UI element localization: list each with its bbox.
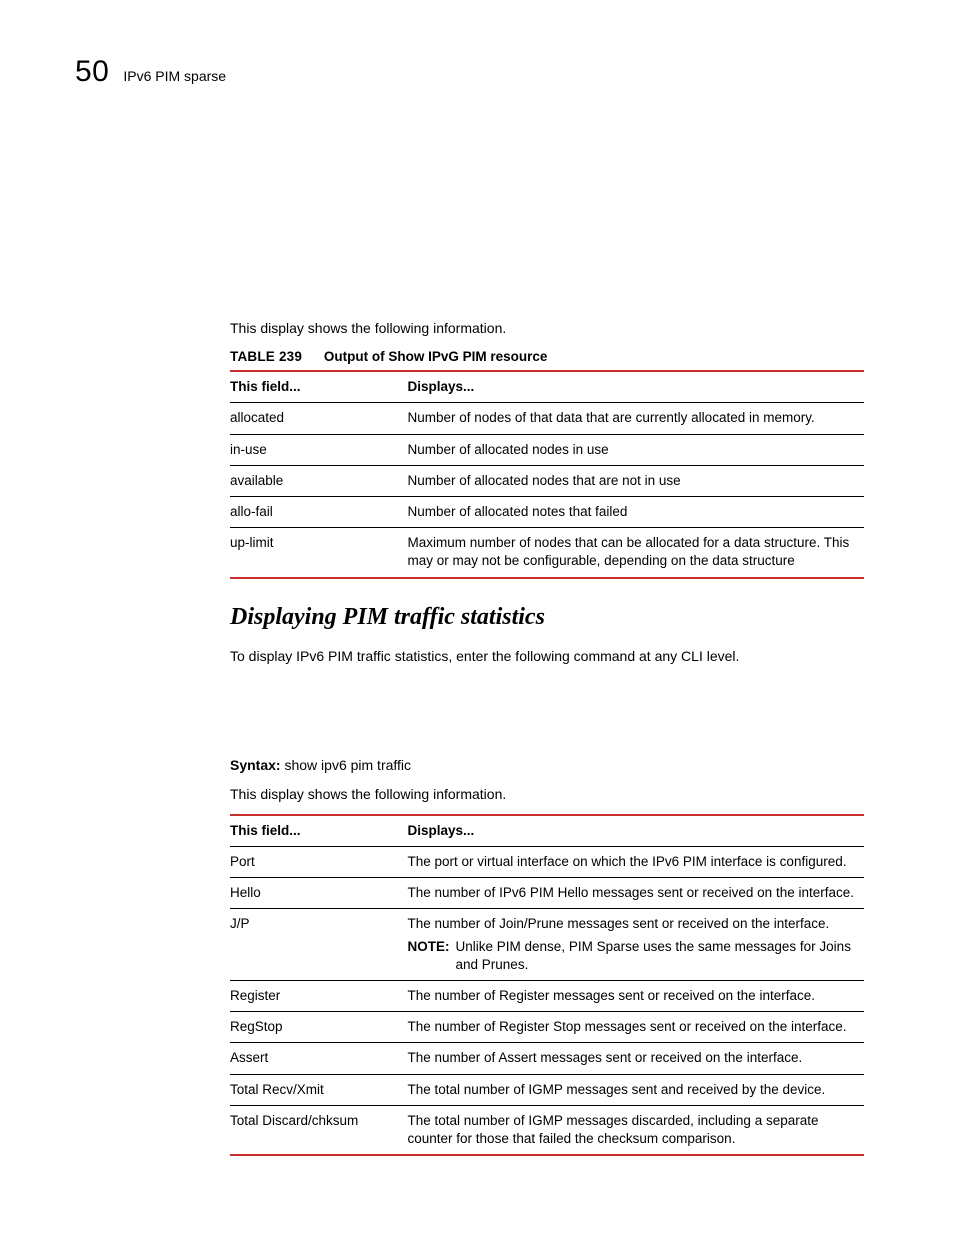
field-cell: available	[230, 465, 408, 496]
displays-cell: The total number of IGMP messages discar…	[408, 1105, 864, 1155]
table-row: allocated Number of nodes of that data t…	[230, 403, 864, 434]
table-title: Output of Show IPvG PIM resource	[324, 349, 548, 364]
table-row: in-use Number of allocated nodes in use	[230, 434, 864, 465]
table-row: RegStop The number of Register Stop mess…	[230, 1012, 864, 1043]
table-row: Total Recv/Xmit The total number of IGMP…	[230, 1074, 864, 1105]
chapter-number: 50	[75, 55, 109, 89]
displays-cell: Number of allocated nodes that are not i…	[408, 465, 864, 496]
field-cell: Total Recv/Xmit	[230, 1074, 408, 1105]
note-block: NOTE: Unlike PIM dense, PIM Sparse uses …	[408, 938, 856, 974]
table-traffic-head-displays: Displays...	[408, 815, 864, 847]
field-cell: Hello	[230, 878, 408, 909]
field-cell: allocated	[230, 403, 408, 434]
displays-cell: The number of IPv6 PIM Hello messages se…	[408, 878, 864, 909]
section-paragraph: To display IPv6 PIM traffic statistics, …	[230, 647, 864, 666]
displays-cell: The number of Join/Prune messages sent o…	[408, 909, 864, 981]
section-heading: Displaying PIM traffic statistics	[230, 601, 864, 633]
field-cell: J/P	[230, 909, 408, 981]
table-239-head-field: This field...	[230, 371, 408, 403]
syntax-line: Syntax: show ipv6 pim traffic	[230, 756, 864, 775]
running-header: 50 IPv6 PIM sparse	[75, 55, 864, 89]
field-cell: Assert	[230, 1043, 408, 1074]
displays-cell: The port or virtual interface on which t…	[408, 846, 864, 877]
table-row: Assert The number of Assert messages sen…	[230, 1043, 864, 1074]
table-239-head-displays: Displays...	[408, 371, 864, 403]
note-label: NOTE:	[408, 938, 450, 974]
field-cell: Register	[230, 981, 408, 1012]
displays-cell: Number of nodes of that data that are cu…	[408, 403, 864, 434]
field-cell: Total Discard/chksum	[230, 1105, 408, 1155]
table-traffic: This field... Displays... Port The port …	[230, 814, 864, 1157]
table-traffic-header-row: This field... Displays...	[230, 815, 864, 847]
displays-cell: Maximum number of nodes that can be allo…	[408, 528, 864, 578]
field-cell: RegStop	[230, 1012, 408, 1043]
table-239: This field... Displays... allocated Numb…	[230, 370, 864, 579]
page: 50 IPv6 PIM sparse This display shows th…	[0, 0, 954, 1235]
intro-paragraph-2: This display shows the following informa…	[230, 785, 864, 804]
field-cell: in-use	[230, 434, 408, 465]
note-text: Unlike PIM dense, PIM Sparse uses the sa…	[456, 938, 856, 974]
displays-cell: Number of allocated notes that failed	[408, 496, 864, 527]
field-cell: up-limit	[230, 528, 408, 578]
displays-cell: The number of Assert messages sent or re…	[408, 1043, 864, 1074]
table-row: Register The number of Register messages…	[230, 981, 864, 1012]
table-row: allo-fail Number of allocated notes that…	[230, 496, 864, 527]
syntax-command: show ipv6 pim traffic	[284, 757, 411, 773]
table-row: up-limit Maximum number of nodes that ca…	[230, 528, 864, 578]
displays-cell: The number of Register messages sent or …	[408, 981, 864, 1012]
table-label: TABLE 239	[230, 349, 302, 364]
table-row: Total Discard/chksum The total number of…	[230, 1105, 864, 1155]
table-239-header-row: This field... Displays...	[230, 371, 864, 403]
table-row: available Number of allocated nodes that…	[230, 465, 864, 496]
body-content: This display shows the following informa…	[230, 319, 864, 1156]
displays-cell: Number of allocated nodes in use	[408, 434, 864, 465]
displays-cell: The number of Register Stop messages sen…	[408, 1012, 864, 1043]
field-cell: allo-fail	[230, 496, 408, 527]
field-cell: Port	[230, 846, 408, 877]
intro-paragraph-1: This display shows the following informa…	[230, 319, 864, 338]
chapter-title: IPv6 PIM sparse	[123, 68, 226, 84]
syntax-label: Syntax:	[230, 757, 281, 773]
table-traffic-head-field: This field...	[230, 815, 408, 847]
table-row: Port The port or virtual interface on wh…	[230, 846, 864, 877]
table-row: J/P The number of Join/Prune messages se…	[230, 909, 864, 981]
displays-cell: The total number of IGMP messages sent a…	[408, 1074, 864, 1105]
table-239-caption: TABLE 239 Output of Show IPvG PIM resour…	[230, 348, 864, 366]
table-row: Hello The number of IPv6 PIM Hello messa…	[230, 878, 864, 909]
